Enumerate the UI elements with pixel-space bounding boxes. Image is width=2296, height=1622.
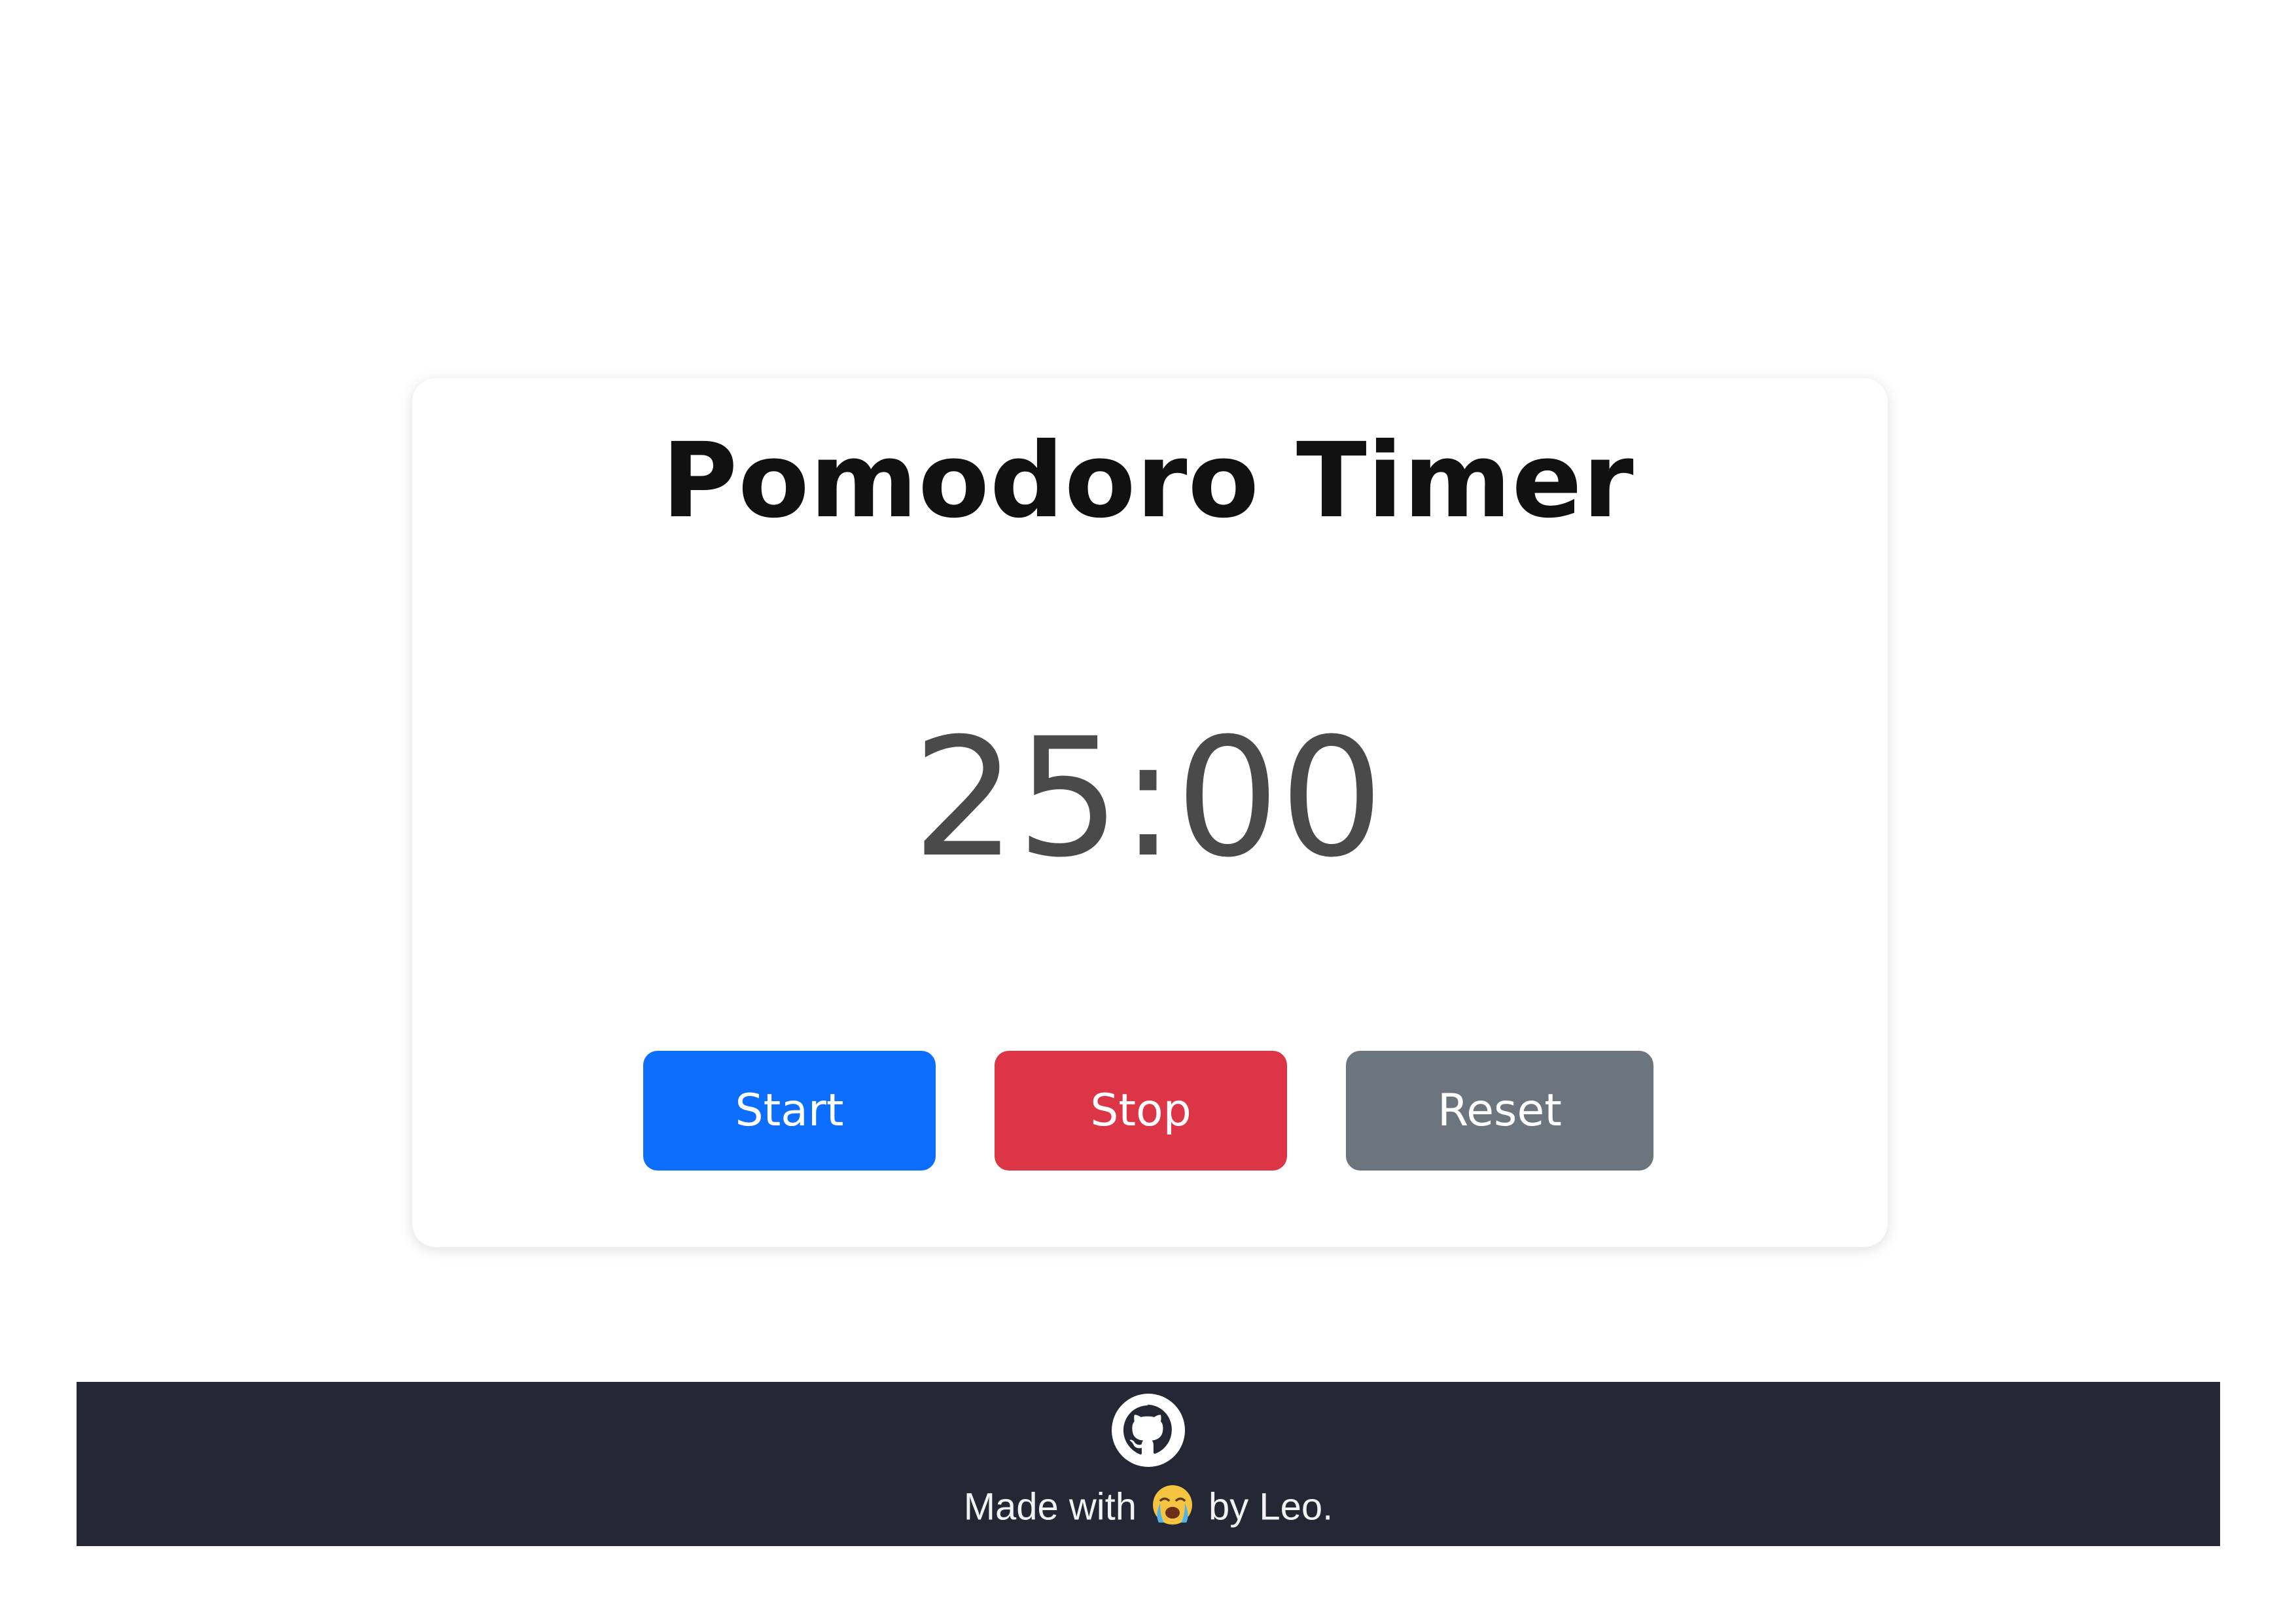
page: Pomodoro Timer 25:00 Start Stop Reset Ma… (0, 0, 2296, 1622)
footer-credit: Made with by Leo. (77, 1479, 2220, 1534)
page-title: Pomodoro Timer (662, 421, 1634, 541)
start-button[interactable]: Start (643, 1051, 936, 1171)
timer-display: 25:00 (912, 703, 1384, 893)
stop-button[interactable]: Stop (995, 1051, 1287, 1171)
footer-by-author: by Leo. (1209, 1485, 1333, 1528)
github-icon[interactable] (1112, 1394, 1185, 1467)
footer: Made with by Leo. (77, 1382, 2220, 1546)
reset-button[interactable]: Reset (1346, 1051, 1653, 1171)
footer-made-with: Made with (963, 1485, 1137, 1528)
loudly-crying-face-icon (1151, 1483, 1194, 1526)
